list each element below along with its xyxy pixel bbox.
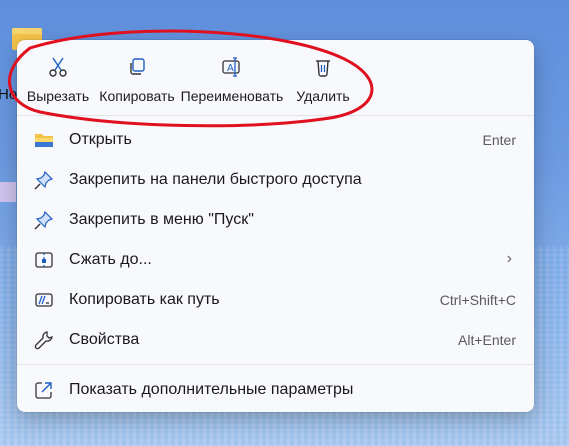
pin-icon [34,210,54,230]
menu-item-label: Сжать до... [69,251,152,268]
menu-item-pin-start[interactable]: Закрепить в меню "Пуск" [17,200,534,240]
pin-icon [34,170,54,190]
menu-item-shortcut: Alt+Enter [458,332,516,348]
cut-button[interactable]: Вырезать [19,54,97,110]
menu-item-label: Открыть [69,131,132,148]
menu-divider [17,364,534,365]
archive-icon [34,250,54,270]
path-icon [34,290,54,310]
menu-item-more-options[interactable]: Показать дополнительные параметры [17,370,534,410]
menu-item-open[interactable]: Открыть Enter [17,120,534,160]
scissors-icon [19,54,97,80]
menu-item-shortcut: Enter [482,132,516,148]
folder-icon [34,130,54,150]
menu-item-properties[interactable]: Свойства Alt+Enter [17,320,534,360]
menu-item-label: Свойства [69,331,140,348]
delete-label: Удалить [296,88,350,104]
rename-label: Переименовать [180,88,284,104]
wrench-icon [34,330,54,350]
menu-item-shortcut: Ctrl+Shift+C [439,292,516,308]
svg-text:A: A [227,63,234,74]
rename-button[interactable]: A Переименовать [177,54,287,110]
copy-label: Копировать [99,88,175,104]
menu-item-compress[interactable]: Сжать до... › [17,240,534,280]
desktop-decoration [0,182,16,202]
chevron-right-icon: › [506,250,512,267]
menu-item-copy-path[interactable]: Копировать как путь Ctrl+Shift+C [17,280,534,320]
trash-icon [289,54,357,80]
desktop-icon-label: Но [0,86,18,103]
toolbar-divider [17,115,534,116]
cut-label: Вырезать [26,88,90,104]
copy-button[interactable]: Копировать [97,54,177,110]
menu-item-pin-quick-access[interactable]: Закрепить на панели быстрого доступа [17,160,534,200]
context-menu: Вырезать Копировать A Переименовать Удал… [17,40,534,412]
menu-item-label: Показать дополнительные параметры [69,381,354,398]
share-icon [34,380,54,400]
copy-icon [97,54,177,80]
menu-item-label: Закрепить на панели быстрого доступа [69,171,362,188]
context-toolbar: Вырезать Копировать A Переименовать Удал… [17,40,534,115]
delete-button[interactable]: Удалить [289,54,357,110]
menu-item-label: Закрепить в меню "Пуск" [69,211,254,228]
rename-icon: A [177,54,287,80]
menu-item-label: Копировать как путь [69,291,220,308]
